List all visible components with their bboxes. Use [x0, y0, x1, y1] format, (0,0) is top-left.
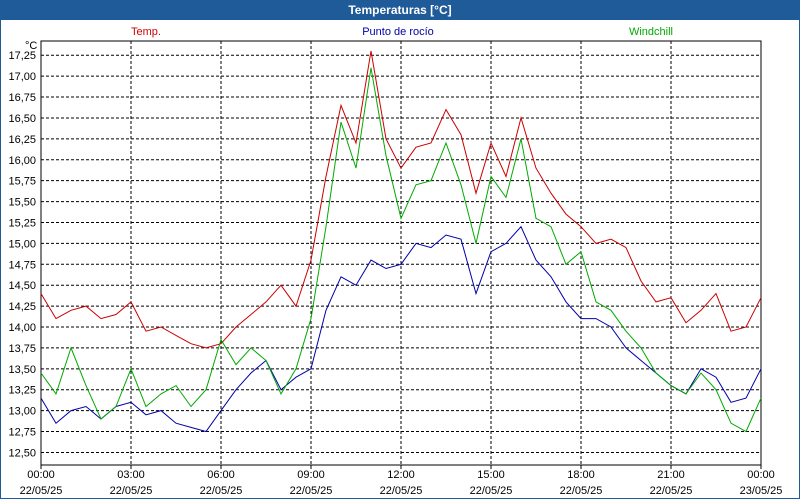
x-tick-time: 00:00: [747, 469, 775, 481]
x-tick-time: 06:00: [207, 469, 235, 481]
x-tick-date: 22/05/25: [110, 485, 153, 497]
temperature-chart: 12,50 12,75 13,00 13,25 13,50 13,75 14,00 14,25…: [8, 26, 783, 497]
x-tick-date: 22/05/25: [20, 485, 63, 497]
y-tick-label: 16,25: [8, 134, 36, 146]
x-tick-date: 22/05/25: [560, 485, 603, 497]
legend-entry: Temp.: [131, 26, 161, 38]
x-tick-date: 22/05/25: [200, 485, 243, 497]
x-tick-date: 23/05/25: [740, 485, 783, 497]
y-tick-label: 13,25: [8, 385, 36, 397]
legend: Temp. Punto de rocío Windchill: [131, 26, 673, 38]
y-tick-label: 17,00: [8, 71, 36, 83]
y-tick-label: 14,75: [8, 259, 36, 271]
x-tick-time: 12:00: [387, 469, 415, 481]
x-tick-date: 22/05/25: [650, 485, 693, 497]
y-axis-label: °C: [25, 40, 37, 52]
y-tick-label: 12,75: [8, 427, 36, 439]
y-tick-label: 16,50: [8, 113, 36, 125]
y-tick-label: 13,75: [8, 343, 36, 355]
y-tick-label: 15,50: [8, 197, 36, 209]
y-tick-label: 15,00: [8, 238, 36, 250]
y-tick-label: 16,00: [8, 155, 36, 167]
y-tick-label: 14,00: [8, 322, 36, 334]
x-tick-time: 09:00: [297, 469, 325, 481]
x-tick-time: 18:00: [567, 469, 595, 481]
y-tick-label: 14,25: [8, 301, 36, 313]
legend-entry: Windchill: [629, 26, 673, 38]
x-tick-date: 22/05/25: [380, 485, 423, 497]
legend-entry: Punto de rocío: [362, 26, 434, 38]
x-tick-time: 15:00: [477, 469, 505, 481]
y-tick-label: 13,50: [8, 364, 36, 376]
y-tick-label: 15,75: [8, 176, 36, 188]
y-tick-label: 14,50: [8, 280, 36, 292]
y-tick-label: 17,25: [8, 50, 36, 62]
y-tick-label: 12,50: [8, 447, 36, 459]
x-tick-time: 00:00: [27, 469, 55, 481]
y-tick-label: 13,00: [8, 406, 36, 418]
x-tick-time: 21:00: [657, 469, 685, 481]
x-tick-date: 22/05/25: [290, 485, 333, 497]
x-tick-time: 03:00: [117, 469, 145, 481]
y-tick-label: 16,75: [8, 92, 36, 104]
x-tick-date: 22/05/25: [470, 485, 513, 497]
y-tick-label: 15,25: [8, 217, 36, 229]
